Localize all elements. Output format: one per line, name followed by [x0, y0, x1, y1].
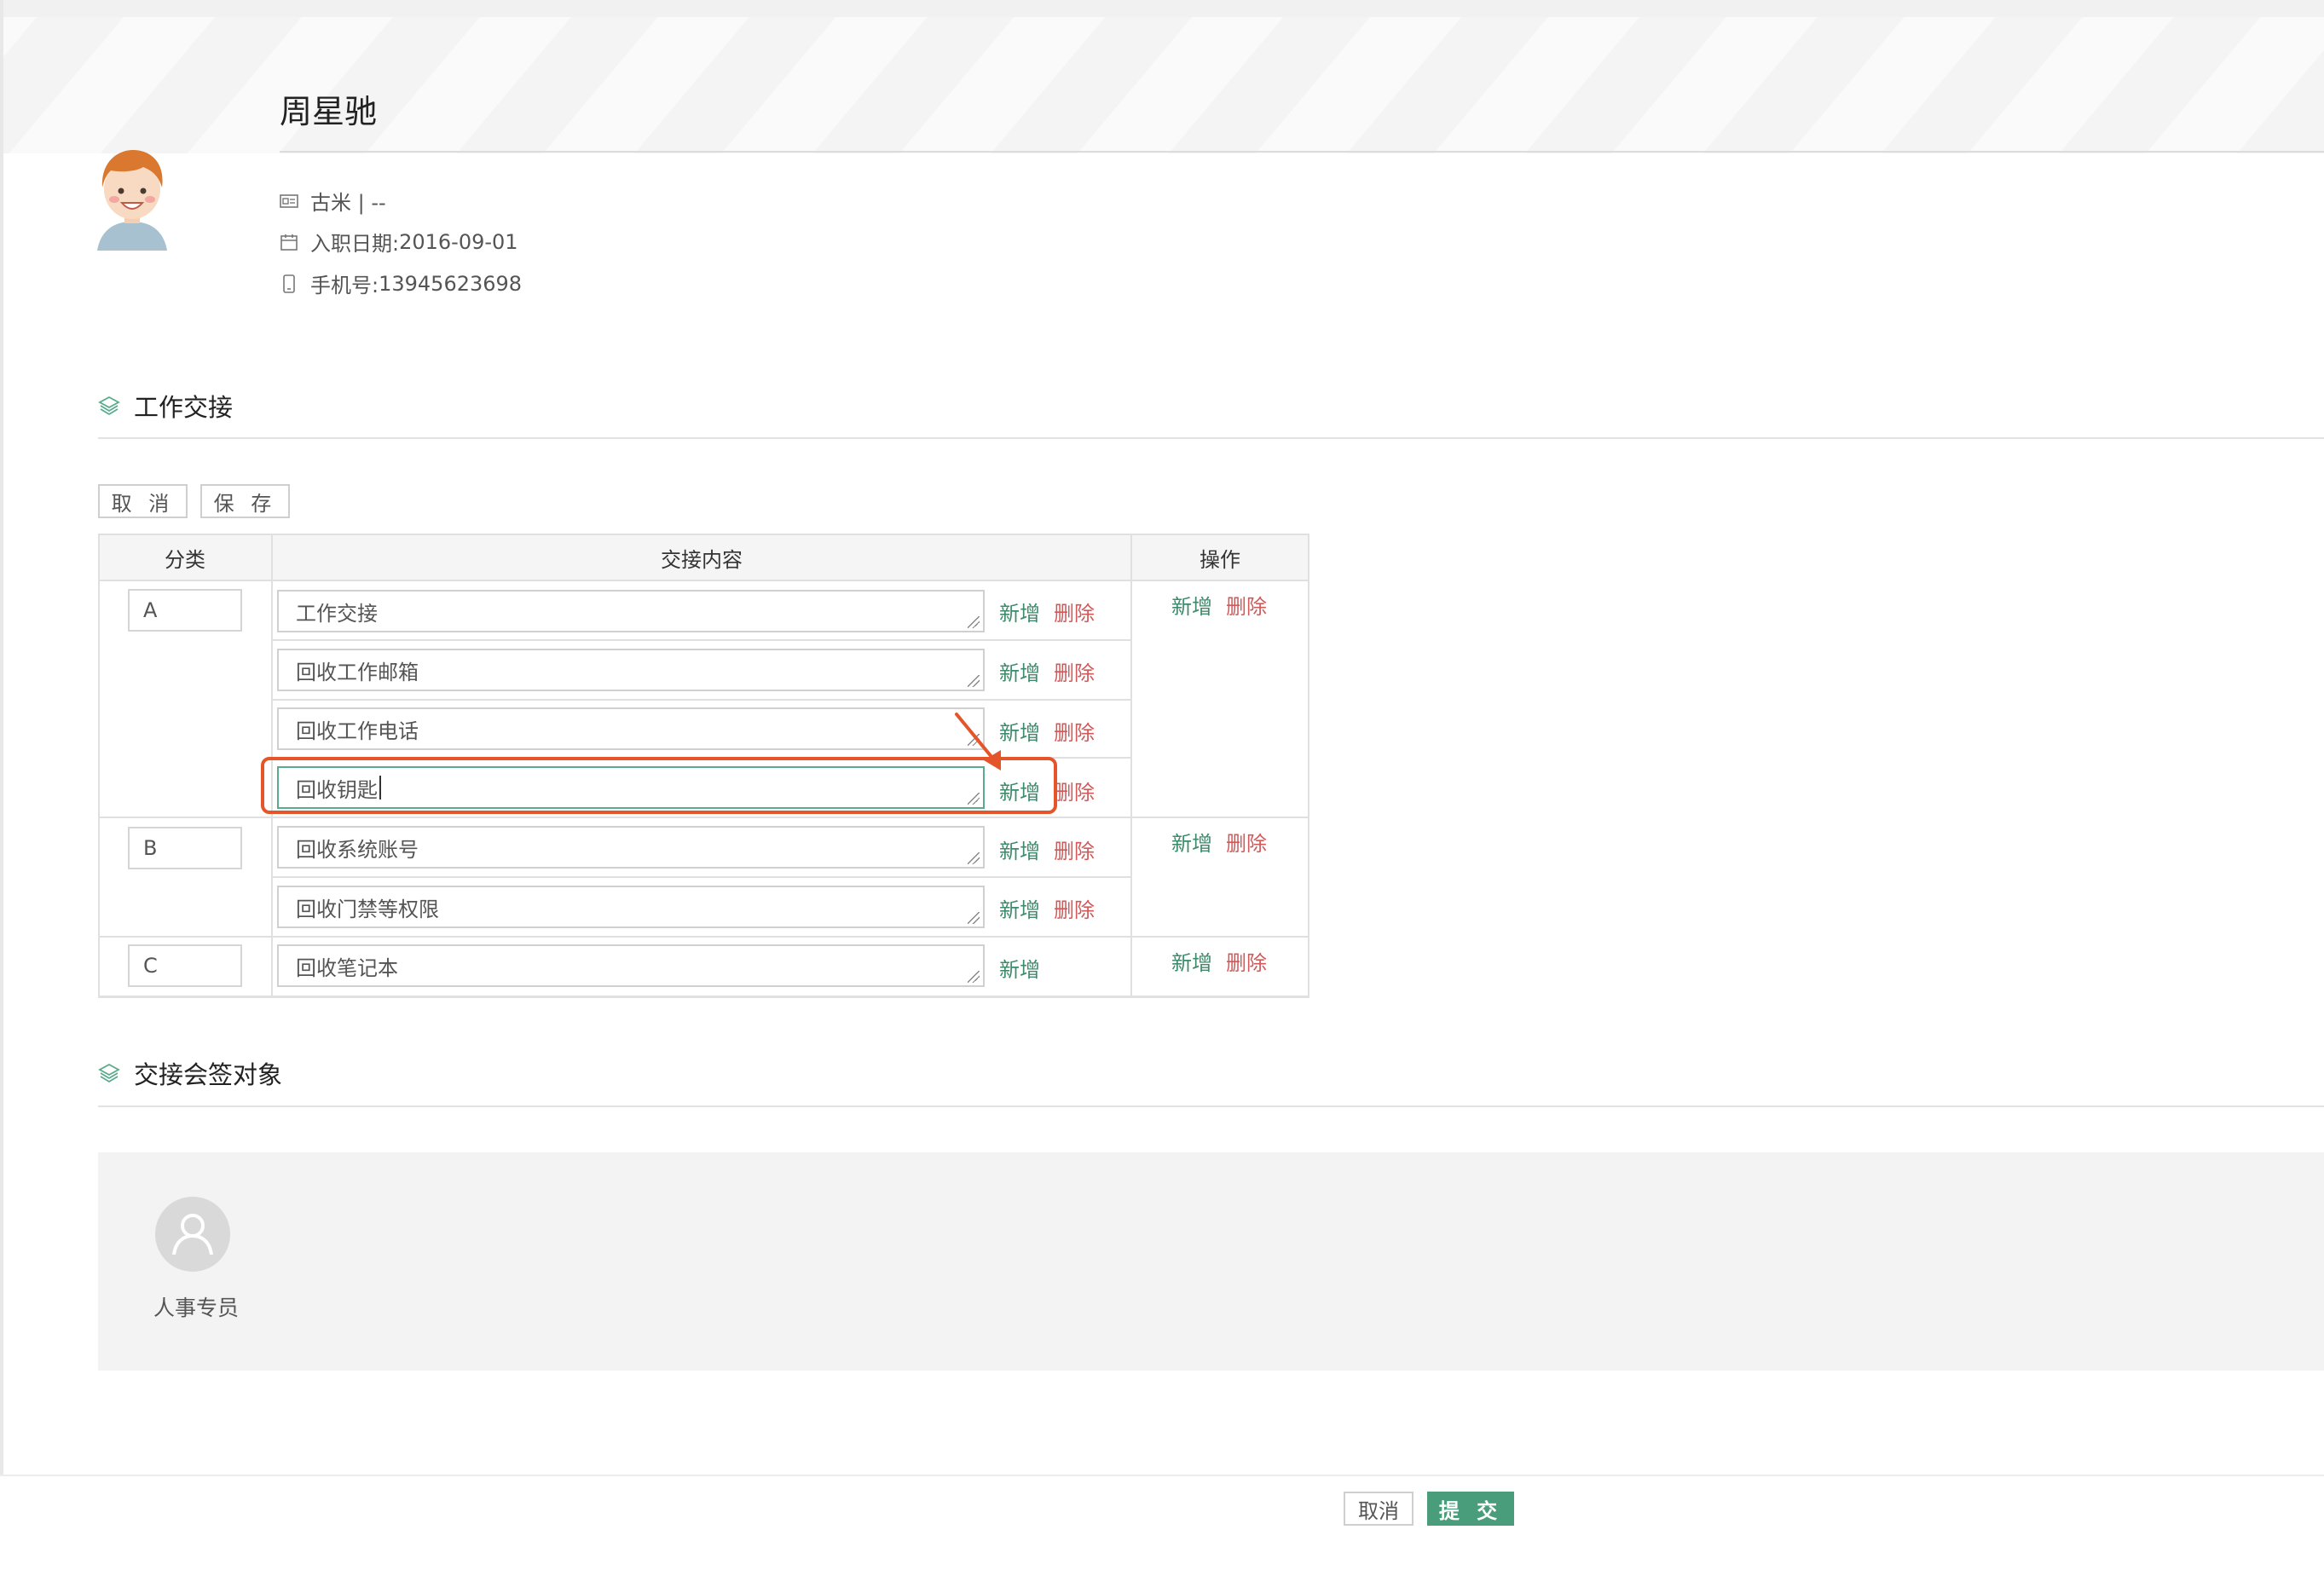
- employee-org-row: 古米 | --: [280, 186, 386, 216]
- employee-phone-row: 手机号: 13945623698: [280, 268, 522, 298]
- item-delete-link[interactable]: 删除: [1054, 716, 1095, 746]
- top-bar: [3, 0, 2324, 17]
- left-edge: [0, 0, 3, 1475]
- phone-value: 13945623698: [379, 271, 523, 296]
- title-divider: [280, 151, 2324, 153]
- content-input[interactable]: 回收工作电话: [277, 707, 985, 750]
- header-actions: 操作: [1132, 535, 1308, 580]
- group-add-link[interactable]: 新增: [1171, 827, 1212, 857]
- row-rule: [271, 639, 1132, 641]
- content-input[interactable]: 回收门禁等权限: [277, 886, 985, 928]
- handover-divider: [98, 437, 2324, 439]
- header-category: 分类: [99, 535, 271, 580]
- group-delete-link[interactable]: 删除: [1226, 827, 1267, 857]
- content-text: 回收系统账号: [296, 837, 419, 862]
- content-input[interactable]: 工作交接: [277, 590, 985, 632]
- header-content: 交接内容: [273, 535, 1130, 580]
- group-delete-link[interactable]: 删除: [1226, 946, 1267, 976]
- row-rule: [271, 876, 1132, 878]
- category-input-c[interactable]: C: [128, 944, 242, 987]
- item-delete-link[interactable]: 删除: [1054, 776, 1095, 805]
- content-text: 回收笔记本: [296, 955, 398, 980]
- resize-handle-icon[interactable]: [968, 616, 980, 628]
- signers-panel: [98, 1152, 2324, 1371]
- signer-name: 人事专员: [153, 1296, 240, 1320]
- resize-handle-icon[interactable]: [968, 912, 980, 924]
- calendar-icon: [280, 234, 298, 251]
- table-border-bottom: [98, 996, 1309, 998]
- item-add-link[interactable]: 新增: [999, 597, 1040, 626]
- footer-divider: [0, 1475, 2324, 1476]
- content-text: 回收门禁等权限: [296, 897, 439, 921]
- content-input[interactable]: 回收系统账号: [277, 826, 985, 869]
- submit-button[interactable]: 提 交: [1427, 1492, 1514, 1526]
- handover-section-header: 工作交接: [98, 388, 233, 424]
- table-save-button[interactable]: 保 存: [200, 484, 290, 518]
- category-input-b[interactable]: B: [128, 827, 242, 869]
- layers-icon: [98, 1063, 120, 1083]
- phone-icon: [283, 274, 295, 293]
- group-add-link[interactable]: 新增: [1171, 590, 1212, 620]
- item-delete-link[interactable]: 删除: [1054, 834, 1095, 864]
- table-header-rule: [98, 580, 1309, 581]
- signer-avatar[interactable]: [155, 1197, 230, 1272]
- item-add-link[interactable]: 新增: [999, 953, 1040, 983]
- arrow-annotation-icon: [955, 713, 1001, 771]
- item-add-link[interactable]: 新增: [999, 893, 1040, 923]
- content-input[interactable]: 回收笔记本: [277, 944, 985, 987]
- item-delete-link[interactable]: 删除: [1054, 893, 1095, 923]
- signers-section-header: 交接会签对象: [98, 1055, 282, 1091]
- item-delete-link[interactable]: 删除: [1054, 597, 1095, 626]
- phone-label: 手机号:: [310, 274, 379, 297]
- table-border-left: [98, 534, 100, 997]
- table-border-right: [1308, 534, 1309, 997]
- signers-section-title: 交接会签对象: [134, 1060, 283, 1089]
- group-b-rule: [98, 936, 1309, 938]
- group-a-rule: [98, 817, 1309, 818]
- resize-handle-icon[interactable]: [968, 675, 980, 687]
- column-rule: [1130, 534, 1132, 997]
- signers-divider: [98, 1105, 2324, 1107]
- group-delete-link[interactable]: 删除: [1226, 590, 1267, 620]
- user-icon: [172, 1214, 213, 1255]
- annotation-highlight-box: [261, 757, 1057, 814]
- content-text: 工作交接: [296, 601, 378, 626]
- resize-handle-icon[interactable]: [968, 852, 980, 864]
- employee-avatar: [97, 150, 167, 251]
- content-text: 回收工作电话: [296, 719, 419, 743]
- handover-section-title: 工作交接: [134, 393, 234, 422]
- item-delete-link[interactable]: 删除: [1054, 656, 1095, 686]
- content-input[interactable]: 回收工作邮箱: [277, 649, 985, 691]
- item-add-link[interactable]: 新增: [999, 834, 1040, 864]
- item-add-link[interactable]: 新增: [999, 656, 1040, 686]
- hire-date-label: 入职日期:: [310, 232, 400, 256]
- employee-org: 古米 | --: [310, 191, 386, 215]
- id-card-icon: [280, 193, 298, 208]
- hire-date-value: 2016-09-01: [399, 229, 518, 254]
- employee-hire-row: 入职日期: 2016-09-01: [280, 227, 518, 257]
- group-add-link[interactable]: 新增: [1171, 946, 1212, 976]
- resize-handle-icon[interactable]: [968, 971, 980, 983]
- layers-icon: [98, 395, 120, 416]
- row-rule: [271, 699, 1132, 701]
- category-input-a[interactable]: A: [128, 589, 242, 632]
- table-border-top: [98, 534, 1309, 535]
- footer-cancel-button[interactable]: 取消: [1344, 1492, 1413, 1526]
- content-text: 回收工作邮箱: [296, 660, 419, 684]
- employee-name: 周星驰: [280, 93, 378, 130]
- table-cancel-button[interactable]: 取 消: [98, 484, 188, 518]
